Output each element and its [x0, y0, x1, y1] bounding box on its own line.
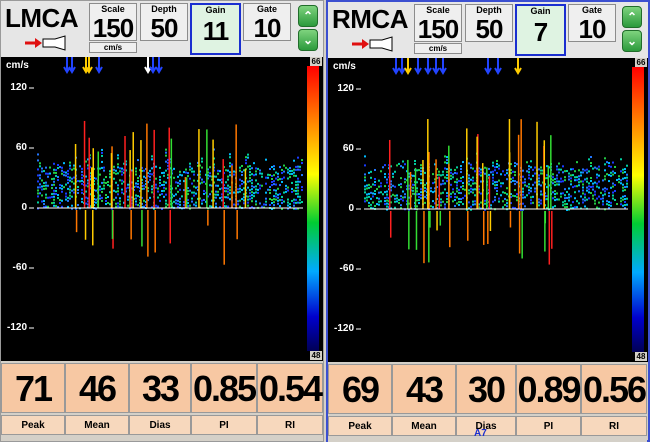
chevron-up-icon[interactable]: ⌃: [622, 6, 642, 28]
gain-control[interactable]: Gain 11: [190, 3, 241, 55]
y-tick: -60: [12, 262, 27, 273]
measurement-dias: 33 Dias: [129, 363, 191, 441]
event-marker-icon: [439, 58, 447, 75]
panel-header: LMCA Scale 150 cm/s Depth 50 Gain 11 Gat…: [1, 1, 323, 57]
colorbar-max: 66: [635, 58, 647, 67]
probe-icon: [352, 36, 393, 52]
probe-icon: [25, 35, 66, 51]
measurement-peak: 69 Peak: [328, 364, 392, 442]
y-tick: 120: [337, 83, 354, 94]
event-marker-icon: [404, 58, 412, 75]
measurement-bar: 71 Peak 46 Mean 33 Dias 0.85 PI 0.54 RI: [1, 363, 323, 441]
doppler-spectrum: cm/s 120 60 0 -60 -120 66 48: [328, 58, 648, 362]
event-marker-icon: [514, 58, 522, 75]
gate-control[interactable]: Gate 10: [568, 4, 616, 44]
measurement-bar: 69 Peak 43 Mean 30 Dias 0.89 PI 0.56 RI: [328, 364, 648, 442]
spectrum-canvas: [356, 58, 644, 352]
rmca-panel[interactable]: RMCA Scale 150 cm/s Depth 50 Gain 7 Gate: [326, 0, 650, 442]
y-tick: 0: [348, 203, 354, 214]
event-marker-icon: [424, 58, 432, 75]
vessel-title: RMCA: [332, 4, 409, 34]
scale-control[interactable]: Scale 150: [89, 3, 137, 43]
panel-header: RMCA Scale 150 cm/s Depth 50 Gain 7 Gate: [328, 2, 648, 58]
depth-control[interactable]: Depth 50: [465, 4, 513, 44]
colorbar-min: 48: [635, 352, 647, 361]
tcd-screen: LMCA Scale 150 cm/s Depth 50 Gain 11 Gat…: [0, 0, 650, 442]
measurement-ri: 0.54 RI: [257, 363, 323, 441]
measurement-pi: 0.89 PI: [516, 364, 582, 442]
footer-note: A7: [474, 428, 487, 439]
doppler-spectrum: cm/s 120 60 0 -60 -120 66 48: [1, 57, 323, 361]
measurement-peak: 71 Peak: [1, 363, 65, 441]
event-marker-icon: [484, 58, 492, 75]
velocity-unit-label: cm/s: [6, 60, 29, 71]
spectrum-canvas: [29, 57, 319, 351]
event-marker-icon: [144, 57, 152, 74]
y-tick: 0: [21, 202, 27, 213]
gain-control[interactable]: Gain 7: [515, 4, 566, 56]
measurement-ri: 0.56 RI: [581, 364, 647, 442]
event-marker-icon: [392, 58, 400, 75]
vessel-title: LMCA: [5, 3, 79, 33]
depth-control[interactable]: Depth 50: [140, 3, 188, 43]
chevron-down-icon[interactable]: ⌄: [298, 29, 318, 51]
y-tick: -120: [6, 322, 27, 333]
chevron-down-icon[interactable]: ⌄: [622, 30, 642, 52]
scale-control[interactable]: Scale 150: [414, 4, 462, 44]
colorbar: [632, 67, 644, 352]
event-marker-icon: [63, 57, 71, 74]
event-marker-icon: [149, 57, 157, 74]
colorbar: [307, 66, 319, 351]
y-tick: -120: [333, 323, 354, 334]
event-marker-icon: [155, 57, 163, 74]
y-tick: 60: [15, 142, 27, 153]
measurement-pi: 0.85 PI: [191, 363, 257, 441]
event-marker-icon: [414, 58, 422, 75]
event-marker-icon: [68, 57, 76, 74]
y-tick: 60: [342, 143, 354, 154]
measurement-mean: 43 Mean: [392, 364, 456, 442]
gate-control[interactable]: Gate 10: [243, 3, 291, 43]
event-marker-icon: [398, 58, 406, 75]
param-stepper[interactable]: ⌃ ⌄: [298, 5, 318, 51]
chevron-up-icon[interactable]: ⌃: [298, 5, 318, 27]
scale-unit: cm/s: [89, 42, 137, 53]
event-marker-icon: [494, 58, 502, 75]
event-marker-icon: [95, 57, 103, 74]
y-tick: -60: [339, 263, 354, 274]
param-stepper[interactable]: ⌃ ⌄: [622, 6, 642, 52]
lmca-panel[interactable]: LMCA Scale 150 cm/s Depth 50 Gain 11 Gat…: [0, 0, 324, 442]
measurement-mean: 46 Mean: [65, 363, 129, 441]
y-tick: 120: [10, 82, 27, 93]
scale-unit: cm/s: [414, 43, 462, 54]
colorbar-max: 66: [310, 57, 322, 66]
velocity-unit-label: cm/s: [333, 61, 356, 72]
colorbar-min: 48: [310, 351, 322, 360]
event-marker-icon: [432, 58, 440, 75]
